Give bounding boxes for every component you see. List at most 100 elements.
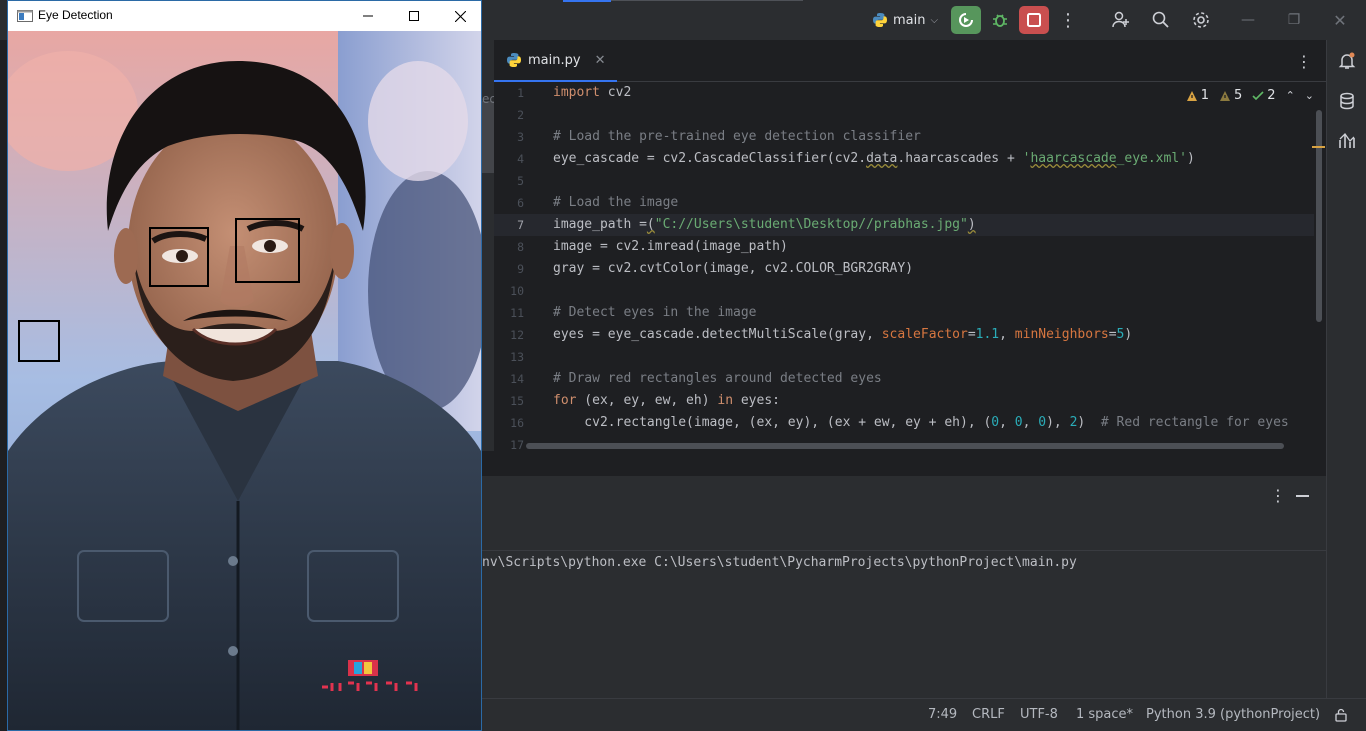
tab-options-icon[interactable]: ⋮	[1296, 52, 1312, 71]
line-number: 5	[517, 174, 524, 188]
rerun-icon	[959, 13, 973, 27]
run-tool-header: ⋮	[482, 476, 1326, 516]
code-editor[interactable]: 1 2 3 4 5 6 7 8 9 10 11 12 13 14 15 16 17 1 5 2 ⌃ ⌄ impo…	[494, 82, 1326, 451]
run-tool-toolbar	[482, 516, 1326, 551]
line-number: 3	[517, 130, 524, 144]
titlebar-divider	[611, 0, 803, 1]
minimize-icon[interactable]	[345, 1, 391, 31]
check-icon	[1252, 90, 1264, 100]
code-line-6: # Load the image	[553, 195, 679, 210]
minimize-window-icon[interactable]: —	[1236, 8, 1260, 32]
hide-tool-window-icon[interactable]	[1296, 495, 1309, 497]
code-line-14: # Draw red rectangles around detected ey…	[553, 371, 882, 386]
project-selection	[482, 101, 494, 173]
code-line-4: eye_cascade = cv2.CascadeClassifier(cv2.…	[553, 151, 1195, 166]
line-number: 12	[510, 328, 524, 342]
line-number: 10	[510, 284, 524, 298]
code-line-15: for (ex, ey, ew, eh) in eyes:	[553, 393, 780, 408]
notifications-icon[interactable]	[1335, 49, 1359, 73]
restore-window-icon[interactable]: ❐	[1282, 8, 1306, 32]
portrait-photo	[8, 31, 481, 730]
industry-hit-logo	[322, 660, 418, 691]
line-number: 6	[517, 196, 524, 210]
close-window-icon[interactable]: ✕	[1328, 8, 1352, 32]
vertical-scrollbar[interactable]	[1316, 110, 1322, 322]
line-number: 15	[510, 394, 524, 408]
code-line-11: # Detect eyes in the image	[553, 305, 757, 320]
detected-eye-box-false-positive	[18, 320, 60, 362]
warning-count[interactable]: 5	[1219, 88, 1242, 103]
line-number: 9	[517, 262, 524, 276]
close-tab-icon[interactable]: ✕	[595, 53, 606, 68]
horizontal-scrollbar[interactable]	[526, 443, 1284, 449]
eye-detection-window[interactable]: Eye Detection	[7, 0, 482, 731]
branch-name: main	[893, 12, 926, 28]
line-number: 11	[510, 306, 524, 320]
run-console[interactable]: nv\Scripts\python.exe C:\Users\student\P…	[482, 551, 1326, 698]
status-bar: 7:49 CRLF UTF-8 1 space* Python 3.9 (pyt…	[482, 698, 1366, 731]
line-number: 16	[510, 416, 524, 430]
stop-button[interactable]	[1019, 6, 1049, 34]
weak-warning-count[interactable]: 2	[1252, 88, 1276, 103]
code-line-3: # Load the pre-trained eye detection cla…	[553, 129, 921, 144]
project-item-fragment: ec	[482, 92, 494, 106]
line-number: 2	[517, 108, 524, 122]
line-number: 7	[517, 218, 524, 232]
rerun-button[interactable]	[951, 6, 981, 34]
caret-position[interactable]: 7:49	[928, 705, 957, 725]
gear-icon[interactable]	[1189, 8, 1213, 32]
tool-window-separator	[482, 451, 1326, 476]
bug-icon	[993, 14, 1007, 27]
next-highlight-icon[interactable]: ⌄	[1305, 89, 1314, 102]
stop-icon	[1027, 13, 1041, 27]
lock-icon[interactable]	[1334, 705, 1348, 725]
right-tool-strip	[1326, 40, 1366, 698]
line-number: 8	[517, 240, 524, 254]
python-icon	[873, 13, 887, 27]
line-number: 17	[510, 438, 524, 451]
more-actions-icon[interactable]: ⋮	[1053, 6, 1083, 34]
project-panel: ec	[482, 40, 494, 476]
line-number: 4	[517, 152, 524, 166]
debug-button[interactable]	[985, 6, 1015, 34]
tool-options-icon[interactable]: ⋮	[1270, 486, 1286, 505]
detected-eye-box-left	[149, 227, 209, 287]
error-count[interactable]: 1	[1186, 88, 1209, 103]
line-number: 13	[510, 350, 524, 364]
tab-main-py[interactable]: main.py ✕	[494, 40, 618, 82]
python-interpreter[interactable]: Python 3.9 (pythonProject)	[1146, 705, 1320, 725]
close-icon[interactable]	[437, 1, 483, 31]
inspection-widget[interactable]: 1 5 2 ⌃ ⌄	[1186, 88, 1314, 103]
code-line-8: image = cv2.imread(image_path)	[553, 239, 788, 254]
eye-window-titlebar[interactable]: Eye Detection	[8, 1, 481, 31]
indent-setting[interactable]: 1 space*	[1076, 705, 1133, 725]
python-file-icon	[507, 53, 521, 67]
code-line-12: eyes = eye_cascade.detectMultiScale(gray…	[553, 327, 1133, 342]
previous-highlight-icon[interactable]: ⌃	[1286, 89, 1295, 102]
code-line-9: gray = cv2.cvtColor(image, cv2.COLOR_BGR…	[553, 261, 914, 276]
search-icon[interactable]	[1149, 8, 1173, 32]
editor-tab-bar: main.py ✕ ⋮	[494, 40, 1326, 82]
database-icon[interactable]	[1335, 89, 1359, 113]
titlebar-accent	[563, 0, 611, 2]
tab-label: main.py	[528, 52, 581, 68]
maximize-icon[interactable]	[391, 1, 437, 31]
add-user-icon[interactable]	[1109, 8, 1133, 32]
app-window-icon	[17, 10, 33, 22]
file-encoding[interactable]: UTF-8	[1020, 705, 1058, 725]
line-number: 1	[517, 86, 524, 100]
eye-window-title: Eye Detection	[38, 8, 113, 22]
branch-selector[interactable]: main ⌵	[872, 10, 938, 30]
detected-eye-box-right	[235, 218, 300, 283]
code-line-1: import cv2	[553, 85, 632, 100]
detection-result-image	[8, 31, 481, 730]
line-number: 14	[510, 372, 524, 386]
line-number-gutter: 1 2 3 4 5 6 7 8 9 10 11 12 13 14 15 16 17	[494, 82, 552, 451]
scientific-view-icon[interactable]	[1335, 129, 1359, 153]
line-separator[interactable]: CRLF	[972, 705, 1005, 725]
warning-stripe-marker[interactable]	[1312, 146, 1325, 148]
chevron-down-icon: ⌵	[930, 14, 939, 26]
console-command-line: nv\Scripts\python.exe C:\Users\student\P…	[482, 555, 1077, 570]
code-line-16: cv2.rectangle(image, (ex, ey), (ex + ew,…	[553, 415, 1289, 430]
warning-icon	[1220, 90, 1230, 101]
